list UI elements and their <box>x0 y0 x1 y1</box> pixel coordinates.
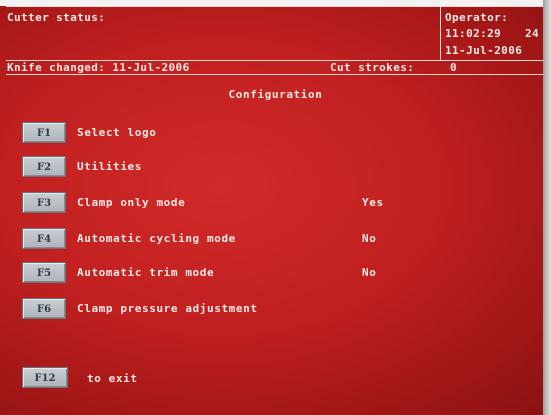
automatic-trim-mode-value: No <box>362 266 377 279</box>
f1-key-button[interactable]: F1 <box>22 122 66 143</box>
automatic-trim-mode-label: Automatic trim mode <box>77 266 215 279</box>
cutter-status-label: Cutter status: <box>7 11 106 24</box>
clamp-only-mode-value: Yes <box>362 196 384 209</box>
clamp-pressure-adjustment-label: Clamp pressure adjustment <box>77 302 258 315</box>
exit-label: to exit <box>87 372 138 385</box>
f2-key-button[interactable]: F2 <box>22 156 66 177</box>
clamp-only-mode-label: Clamp only mode <box>77 196 186 209</box>
automatic-cycling-mode-label: Automatic cycling mode <box>77 232 236 245</box>
f5-key-button[interactable]: F5 <box>22 262 66 283</box>
clock-time: 11:02:29 <box>445 27 502 40</box>
f4-key-button[interactable]: F4 <box>22 228 66 249</box>
cut-strokes-value: 0 <box>450 61 458 74</box>
page-title: Configuration <box>228 88 323 101</box>
monitor-bezel-right <box>543 0 551 415</box>
automatic-cycling-mode-value: No <box>362 232 377 245</box>
operator-label: Operator: <box>445 11 509 24</box>
header-divider-bottom <box>6 74 543 75</box>
f6-key-button[interactable]: F6 <box>22 298 66 319</box>
cutter-display: Cutter status: Operator: 11:02:29 24 11-… <box>0 0 551 415</box>
cut-strokes-label: Cut strokes: <box>330 61 415 74</box>
f3-key-button[interactable]: F3 <box>22 192 66 213</box>
clock-suffix: 24 <box>525 27 540 40</box>
knife-changed-text: Knife changed: 11-Jul-2006 <box>7 61 190 74</box>
utilities-label: Utilities <box>77 160 143 173</box>
header-divider-vertical <box>440 6 441 60</box>
select-logo-label: Select logo <box>77 126 157 139</box>
header-divider-top <box>6 6 543 7</box>
f12-key-button[interactable]: F12 <box>22 367 68 388</box>
clock-date: 11-Jul-2006 <box>445 44 523 57</box>
